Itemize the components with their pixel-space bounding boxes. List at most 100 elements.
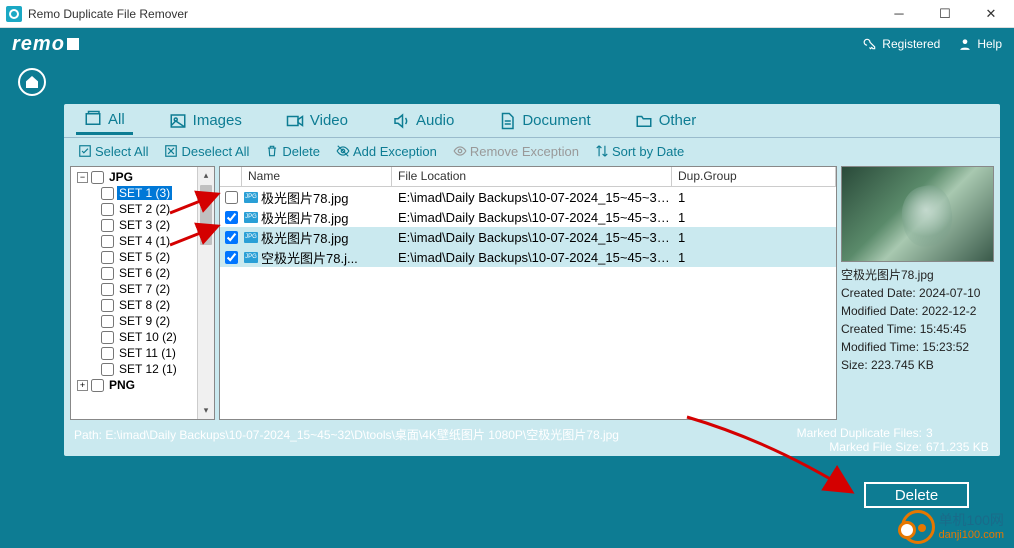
status-footer: Path: E:\imad\Daily Backups\10-07-2024_1… <box>64 422 1000 456</box>
delete-toolbar-button[interactable]: Delete <box>259 142 326 161</box>
tree-item[interactable]: SET 8 (2) <box>73 297 214 313</box>
file-row[interactable]: JPG极光图片78.jpgE:\imad\Daily Backups\10-07… <box>220 187 836 207</box>
jpg-icon: JPG <box>244 212 258 223</box>
col-name[interactable]: Name <box>242 167 392 186</box>
tree-item[interactable]: SET 11 (1) <box>73 345 214 361</box>
file-checkbox[interactable] <box>225 251 238 264</box>
tree-checkbox[interactable] <box>101 347 114 360</box>
tab-audio[interactable]: Audio <box>384 108 462 134</box>
file-checkbox[interactable] <box>225 211 238 224</box>
tree-root-jpg[interactable]: −JPG <box>73 169 214 185</box>
logo: remo <box>12 33 845 56</box>
results-panel: All Images Video Audio Document Other <box>64 104 1000 456</box>
file-row[interactable]: JPG极光图片78.jpg E:\imad\Daily Backups\10-07… <box>220 207 836 227</box>
tree-item[interactable]: SET 7 (2) <box>73 281 214 297</box>
video-icon <box>286 112 304 130</box>
file-group: 1 <box>672 190 836 205</box>
maximize-button[interactable]: ☐ <box>922 0 968 28</box>
tab-all[interactable]: All <box>76 106 133 135</box>
tree-item[interactable]: SET 10 (2) <box>73 329 214 345</box>
uncheck-icon <box>164 144 178 158</box>
preview-filename: 空极光图片78.jpg <box>841 266 994 284</box>
file-row[interactable]: JPG极光图片78.jpgE:\imad\Daily Backups\10-07… <box>220 227 836 247</box>
preview-pane: 空极光图片78.jpg Created Date: 2024-07-10 Mod… <box>841 166 994 420</box>
sets-tree[interactable]: −JPGSET 1 (3)SET 2 (2)SET 3 (2)SET 4 (1)… <box>70 166 215 420</box>
file-row[interactable]: JPG空极光图片78.j...E:\imad\Daily Backups\10-… <box>220 247 836 267</box>
tab-images[interactable]: Images <box>161 108 250 134</box>
add-exception-button[interactable]: Add Exception <box>330 142 443 161</box>
home-icon <box>24 74 40 90</box>
tree-item[interactable]: SET 4 (1) <box>73 233 214 249</box>
sort-by-date-button[interactable]: Sort by Date <box>589 142 690 161</box>
all-icon <box>84 110 102 128</box>
preview-modified-time: Modified Time: 15:23:52 <box>841 338 994 356</box>
document-icon <box>498 112 516 130</box>
help-button[interactable]: Help <box>958 37 1002 51</box>
col-location[interactable]: File Location <box>392 167 672 186</box>
tree-item[interactable]: SET 12 (1) <box>73 361 214 377</box>
col-group[interactable]: Dup.Group <box>672 167 836 186</box>
scroll-down-button[interactable]: ▾ <box>198 402 214 419</box>
scroll-thumb[interactable] <box>200 185 212 245</box>
preview-size: Size: 223.745 KB <box>841 356 994 374</box>
tree-checkbox[interactable] <box>101 219 114 232</box>
watermark: 单机100网 danji100.com <box>901 510 1004 544</box>
tree-checkbox[interactable] <box>101 299 114 312</box>
tab-video[interactable]: Video <box>278 108 356 134</box>
home-button[interactable] <box>18 68 46 96</box>
tree-item[interactable]: SET 9 (2) <box>73 313 214 329</box>
tree-scrollbar[interactable]: ▴ ▾ <box>197 167 214 419</box>
category-tabs: All Images Video Audio Document Other <box>64 104 1000 138</box>
tree-checkbox[interactable] <box>101 267 114 280</box>
tree-checkbox[interactable] <box>101 315 114 328</box>
tree-item[interactable]: SET 2 (2) <box>73 201 214 217</box>
jpg-icon: JPG <box>244 192 258 203</box>
main-area: All Images Video Audio Document Other <box>0 60 1014 548</box>
file-group: 1 <box>672 250 836 265</box>
tree-checkbox[interactable] <box>91 171 104 184</box>
tree-checkbox[interactable] <box>101 187 114 200</box>
content-row: −JPGSET 1 (3)SET 2 (2)SET 3 (2)SET 4 (1)… <box>64 164 1000 422</box>
file-list: Name File Location Dup.Group JPG极光图片78.j… <box>219 166 837 420</box>
file-location: E:\imad\Daily Backups\10-07-2024_15~45~3… <box>392 210 672 225</box>
tree-checkbox[interactable] <box>101 283 114 296</box>
registered-button[interactable]: Registered <box>863 37 940 51</box>
file-name: 极光图片78.jpg <box>261 208 348 227</box>
deselect-all-button[interactable]: Deselect All <box>158 142 255 161</box>
tree-checkbox[interactable] <box>101 235 114 248</box>
close-button[interactable]: ✕ <box>968 0 1014 28</box>
minimize-button[interactable]: ─ <box>876 0 922 28</box>
tab-other[interactable]: Other <box>627 108 705 134</box>
select-all-button[interactable]: Select All <box>72 142 154 161</box>
preview-created-date: Created Date: 2024-07-10 <box>841 284 994 302</box>
folder-icon <box>635 112 653 130</box>
titlebar: Remo Duplicate File Remover ─ ☐ ✕ <box>0 0 1014 28</box>
tree-checkbox[interactable] <box>91 379 104 392</box>
tree-checkbox[interactable] <box>101 363 114 376</box>
stats-display: Marked Duplicate Files:3 Marked File Siz… <box>797 426 990 454</box>
file-name: 极光图片78.jpg <box>261 228 348 247</box>
tree-item[interactable]: SET 6 (2) <box>73 265 214 281</box>
tab-document[interactable]: Document <box>490 108 598 134</box>
preview-metadata: 空极光图片78.jpg Created Date: 2024-07-10 Mod… <box>841 262 994 374</box>
trash-icon <box>265 144 279 158</box>
tree-root-png[interactable]: +PNG <box>73 377 214 393</box>
file-checkbox[interactable] <box>225 191 238 204</box>
tree-item[interactable]: SET 3 (2) <box>73 217 214 233</box>
tree-checkbox[interactable] <box>101 251 114 264</box>
file-list-header: Name File Location Dup.Group <box>220 167 836 187</box>
watermark-text: 单机100网 danji100.com <box>939 513 1004 540</box>
file-group: 1 <box>672 210 836 225</box>
collapse-icon[interactable]: − <box>77 172 88 183</box>
file-checkbox[interactable] <box>225 231 238 244</box>
tree-item[interactable]: SET 5 (2) <box>73 249 214 265</box>
expand-icon[interactable]: + <box>77 380 88 391</box>
path-display: Path: E:\imad\Daily Backups\10-07-2024_1… <box>74 426 797 454</box>
tree-item[interactable]: SET 1 (3) <box>73 185 214 201</box>
tree-checkbox[interactable] <box>101 203 114 216</box>
scroll-up-button[interactable]: ▴ <box>198 167 214 184</box>
file-location: E:\imad\Daily Backups\10-07-2024_15~45~3… <box>392 190 672 205</box>
file-name: 空极光图片78.j... <box>261 248 358 267</box>
delete-button[interactable]: Delete <box>864 482 969 508</box>
tree-checkbox[interactable] <box>101 331 114 344</box>
